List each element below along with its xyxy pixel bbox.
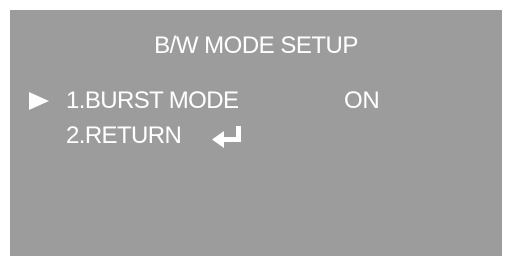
menu-title: B/W MODE SETUP xyxy=(154,32,358,59)
osd-menu-panel: B/W MODE SETUP 1.BURST MODE ON 2.RETURN xyxy=(10,10,502,256)
menu-item-label: 1.BURST MODE xyxy=(66,87,239,114)
enter-return-icon xyxy=(212,126,241,148)
menu-item-return[interactable]: 2.RETURN xyxy=(10,121,502,151)
burst-mode-value[interactable]: ON xyxy=(344,86,380,116)
menu-item-label: 2.RETURN xyxy=(66,122,182,149)
selection-cursor-icon xyxy=(29,92,49,110)
menu-item-burst-mode[interactable]: 1.BURST MODE ON xyxy=(10,86,502,116)
